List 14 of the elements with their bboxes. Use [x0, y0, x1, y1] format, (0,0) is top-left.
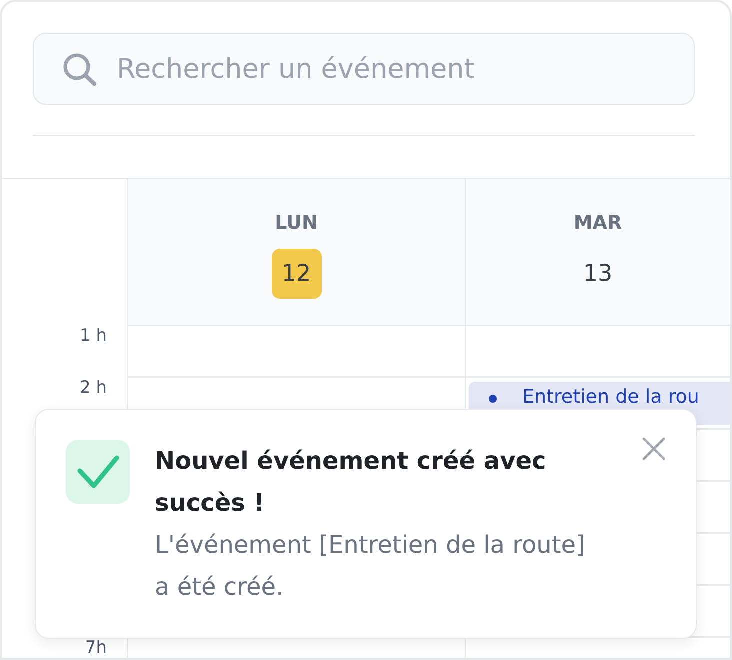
close-button[interactable] [642, 437, 666, 461]
check-icon [66, 440, 130, 504]
weekday-label: LUN [275, 212, 318, 234]
time-label: 1 h [80, 326, 107, 346]
time-label: 7h [85, 638, 107, 658]
day-number[interactable]: 13 [573, 249, 623, 299]
day-number[interactable]: 12 [272, 249, 322, 299]
close-icon [642, 437, 666, 461]
search-field[interactable]: Rechercher un événement [33, 33, 695, 105]
search-icon [63, 53, 97, 86]
toast-title: Nouvel événement créé avec succès ! [155, 446, 548, 519]
weekday-label: MAR [574, 212, 622, 234]
toast-message: L'événement [Entretien de la route] a été créé. [155, 530, 586, 603]
time-label: 2 h [80, 378, 107, 398]
